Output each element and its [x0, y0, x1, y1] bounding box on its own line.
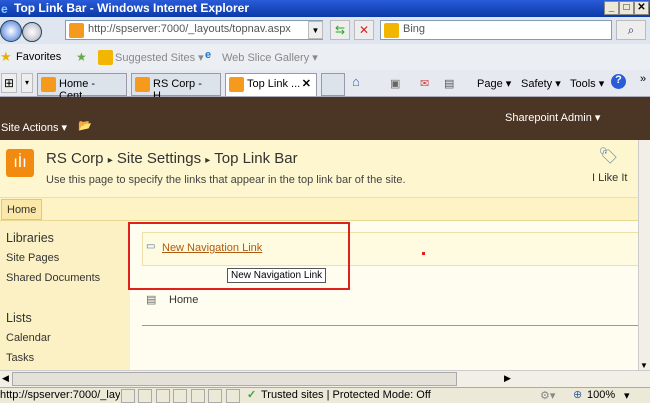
tab-label: Top Link ...: [247, 78, 301, 90]
new-tab-button[interactable]: [321, 73, 345, 96]
horizontal-scrollbar[interactable]: ◀ ▶: [0, 370, 650, 387]
security-zone[interactable]: Trusted sites | Protected Mode: Off: [261, 389, 431, 401]
nav-link-home[interactable]: Home: [169, 294, 198, 306]
favorites-button[interactable]: Favorites: [16, 51, 61, 63]
sharepoint-favicon: [135, 77, 150, 92]
address-input[interactable]: http://spserver:7000/_layouts/topnav.asp…: [65, 20, 323, 40]
nav-tasks[interactable]: Tasks: [6, 352, 34, 364]
vertical-scrollbar[interactable]: ▼: [638, 140, 650, 370]
back-button[interactable]: [0, 20, 22, 42]
stop-button[interactable]: ✕: [354, 20, 374, 40]
tooltip: New Navigation Link: [227, 268, 327, 283]
breadcrumb-site-settings[interactable]: Site Settings: [117, 150, 201, 167]
title-area: ıİı RS Corp ▸ Site Settings ▸ Top Link B…: [0, 140, 638, 197]
favorites-bar: ★ Favorites ★ Suggested Sites ▾ e Web Sl…: [0, 44, 650, 70]
web-slice-gallery-link[interactable]: Web Slice Gallery ▾: [222, 51, 318, 64]
search-input[interactable]: Bing: [380, 20, 612, 40]
site-logo: ıİı: [6, 149, 34, 177]
page-description: Use this page to specify the links that …: [46, 174, 406, 186]
title-bar: e Top Link Bar - Windows Internet Explor…: [0, 0, 650, 17]
address-dropdown[interactable]: ▼: [308, 21, 323, 39]
scroll-left-arrow[interactable]: ◀: [2, 373, 9, 384]
divider: [142, 325, 638, 326]
bing-icon: [384, 23, 399, 38]
url-text: http://spserver:7000/_layouts/topnav.asp…: [88, 23, 291, 35]
address-row: http://spserver:7000/_layouts/topnav.asp…: [0, 17, 650, 44]
tools-menu[interactable]: Tools ▾: [570, 77, 604, 90]
highlight-dot: [422, 252, 425, 255]
sharepoint-favicon: [69, 23, 84, 38]
zoom-icon: ⊕: [573, 389, 583, 401]
nav-libraries[interactable]: Libraries: [6, 231, 54, 245]
safety-menu[interactable]: Safety ▾: [521, 77, 561, 90]
scroll-right-arrow[interactable]: ▶: [504, 373, 511, 384]
i-like-it-button[interactable]: I Like It: [592, 172, 627, 184]
add-favorite-icon[interactable]: ★: [76, 50, 87, 64]
tab-top-link-bar[interactable]: Top Link ... ✕: [225, 73, 317, 96]
breadcrumb-separator: ▸: [107, 155, 113, 166]
search-button[interactable]: ⌕: [616, 20, 646, 40]
breadcrumb: RS Corp ▸ Site Settings ▸ Top Link Bar: [46, 150, 298, 167]
maximize-button[interactable]: □: [619, 1, 634, 15]
status-bar: http://spserver:7000/_layouts/ne\ ✓ Trus…: [0, 387, 650, 403]
site-actions-menu[interactable]: Site Actions ▾: [1, 121, 67, 134]
nav-lists[interactable]: Lists: [6, 311, 32, 325]
tab-rs-corp[interactable]: RS Corp - H...: [131, 73, 221, 102]
ie-icon: e: [1, 2, 8, 16]
breadcrumb-rs-corp[interactable]: RS Corp: [46, 150, 104, 167]
quick-launch: Libraries Site Pages Shared Documents Li…: [0, 221, 130, 370]
topnav-home[interactable]: Home: [1, 199, 43, 220]
status-url: http://spserver:7000/_layouts/ne\: [0, 389, 120, 401]
breadcrumb-current: Top Link Bar: [214, 150, 298, 167]
scroll-thumb[interactable]: [12, 372, 457, 386]
add-on-icon[interactable]: ⚙▾: [540, 389, 555, 402]
more-commands[interactable]: »: [640, 73, 646, 85]
suggested-sites-link[interactable]: Suggested Sites ▾: [115, 51, 204, 64]
feeds-icon[interactable]: ▣: [390, 77, 400, 90]
user-menu[interactable]: Sharepoint Admin ▾: [505, 111, 600, 124]
sharepoint-ribbon: Site Actions ▾ 📂 Sharepoint Admin ▾: [0, 97, 650, 140]
minimize-button[interactable]: _: [604, 1, 619, 15]
trusted-check-icon: ✓: [247, 389, 257, 401]
zoom-dropdown[interactable]: ▾: [624, 389, 630, 402]
navigate-up-icon[interactable]: 📂: [78, 119, 92, 132]
nav-calendar[interactable]: Calendar: [6, 332, 51, 344]
forward-button[interactable]: [22, 22, 42, 42]
home-icon[interactable]: ⌂: [352, 74, 360, 89]
bing-icon: [98, 50, 113, 65]
link-icon: ▤: [146, 294, 157, 306]
refresh-button[interactable]: ⇆: [330, 20, 350, 40]
sharepoint-favicon: [41, 77, 56, 92]
print-icon[interactable]: ▤: [444, 77, 454, 90]
nav-site-pages[interactable]: Site Pages: [6, 252, 59, 264]
page-menu[interactable]: Page ▾: [477, 77, 511, 90]
quick-tabs-button[interactable]: ⊞: [1, 73, 17, 93]
main-content: ▭ New Navigation Link New Navigation Lin…: [128, 221, 638, 370]
ie-icon: e: [205, 49, 212, 61]
i-like-it-icon[interactable]: 🏷: [598, 146, 618, 166]
favorites-star-icon: ★: [0, 49, 12, 64]
tab-bar: ⊞ ▾ Home - Cent... RS Corp - H... Top Li…: [0, 70, 650, 102]
nav-shared-documents[interactable]: Shared Documents: [6, 272, 100, 284]
mail-icon[interactable]: ✉: [420, 77, 429, 90]
close-tab-icon[interactable]: ✕: [302, 77, 311, 90]
zoom-level[interactable]: 100%: [587, 389, 615, 401]
sharepoint-favicon: [229, 77, 244, 92]
window-title: Top Link Bar - Windows Internet Explorer: [14, 1, 250, 15]
tab-home-central[interactable]: Home - Cent...: [37, 73, 127, 102]
search-placeholder: Bing: [403, 23, 426, 35]
breadcrumb-separator: ▸: [205, 155, 211, 166]
close-button[interactable]: ✕: [634, 1, 649, 15]
top-nav: Home: [0, 197, 638, 221]
scroll-down-arrow[interactable]: ▼: [640, 361, 648, 370]
tab-list-button[interactable]: ▾: [21, 73, 33, 93]
help-icon[interactable]: ?: [611, 74, 626, 89]
